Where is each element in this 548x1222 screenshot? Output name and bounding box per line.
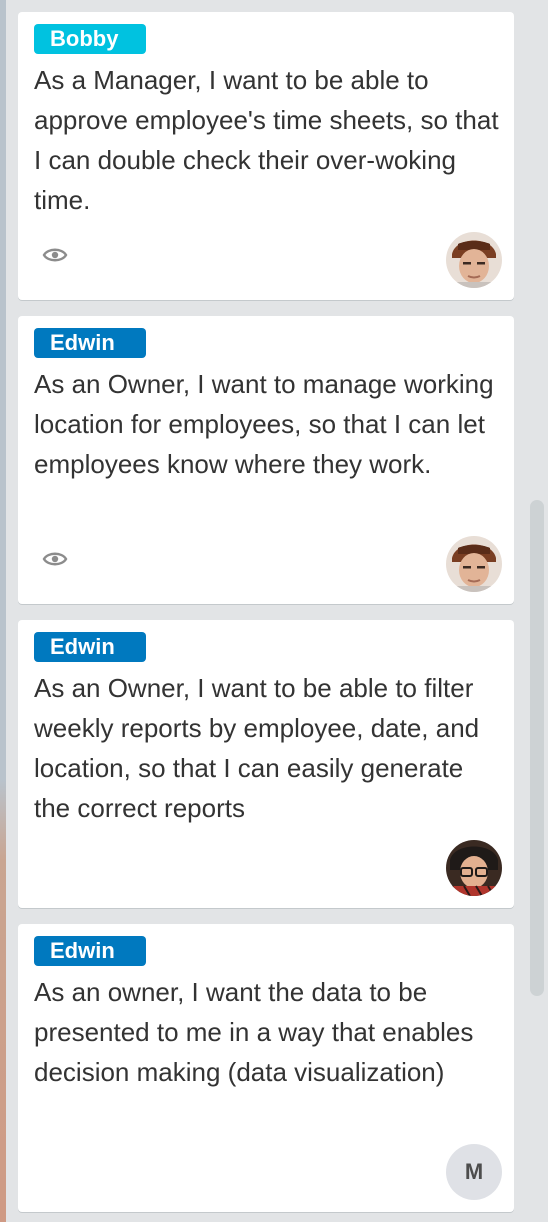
- card[interactable]: Edwin As an owner, I want the data to be…: [18, 924, 514, 1212]
- card-label[interactable]: Edwin: [34, 328, 146, 358]
- card[interactable]: Bobby As a Manager, I want to be able to…: [18, 12, 514, 300]
- card[interactable]: Edwin As an Owner, I want to manage work…: [18, 316, 514, 604]
- card-title: As an Owner, I want to manage working lo…: [34, 369, 494, 479]
- card-title: As an owner, I want the data to be prese…: [34, 977, 474, 1087]
- avatar-initials[interactable]: M: [446, 1144, 502, 1200]
- card-list: Bobby As a Manager, I want to be able to…: [6, 0, 548, 1222]
- avatar[interactable]: [446, 232, 502, 288]
- avatar[interactable]: [446, 536, 502, 592]
- card-title: As an Owner, I want to be able to filter…: [34, 673, 480, 823]
- card-title: As a Manager, I want to be able to appro…: [34, 65, 499, 215]
- card[interactable]: Edwin As an Owner, I want to be able to …: [18, 620, 514, 908]
- card-label[interactable]: Edwin: [34, 936, 146, 966]
- avatar[interactable]: [446, 840, 502, 896]
- card-label[interactable]: Bobby: [34, 24, 146, 54]
- card-label[interactable]: Edwin: [34, 632, 146, 662]
- eye-icon: [42, 552, 68, 566]
- eye-icon: [42, 248, 68, 262]
- scrollbar-thumb[interactable]: [530, 500, 544, 996]
